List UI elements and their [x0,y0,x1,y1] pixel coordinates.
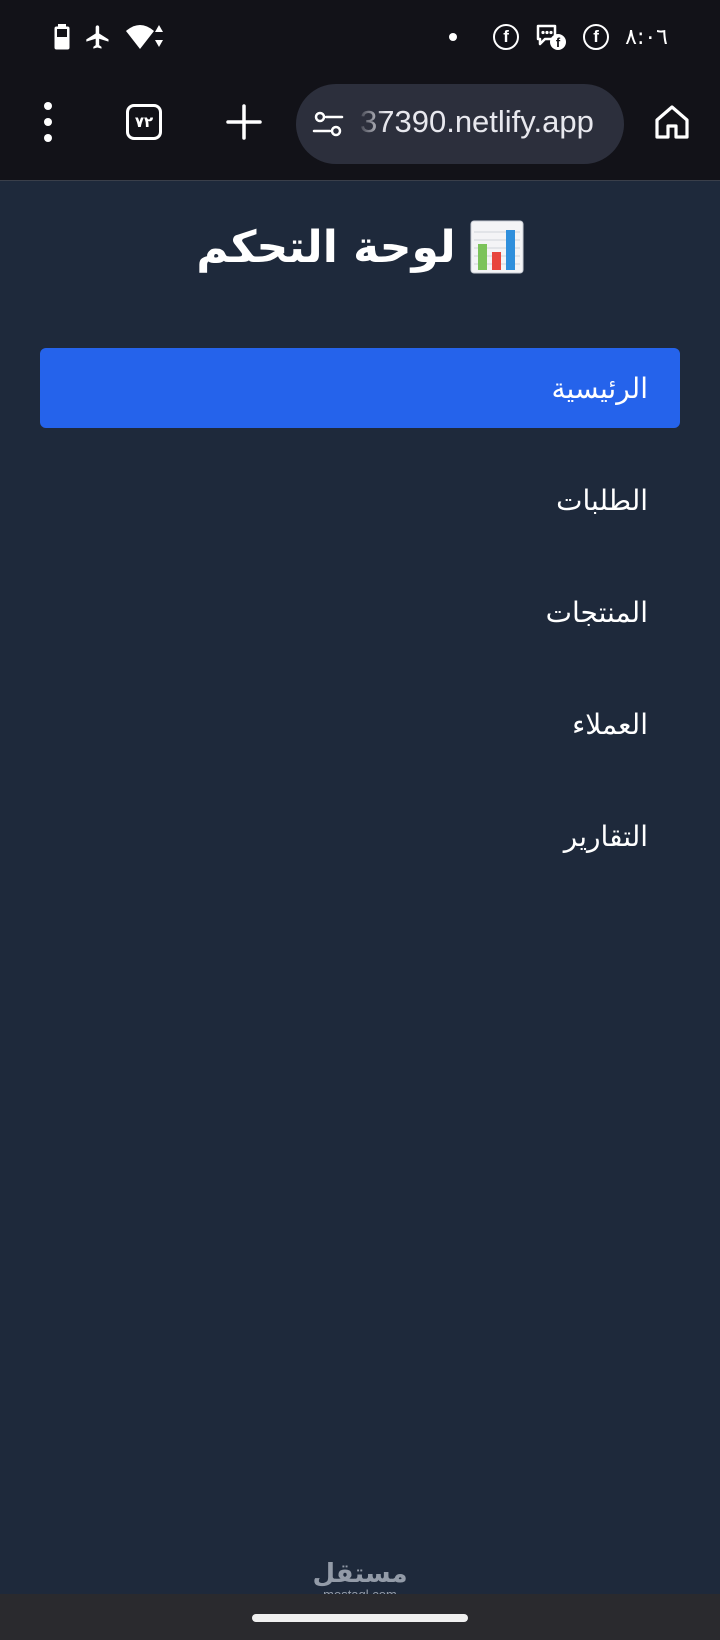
status-bar: f f f ٨:٠٦ [0,0,720,74]
page-title: لوحة التحكم [0,220,720,274]
nav-item-products[interactable]: المنتجات [40,572,680,652]
address-bar[interactable]: 37390.netlify.app [296,84,624,164]
messenger-icon: f [536,24,567,50]
svg-text:f: f [556,35,561,50]
url-text[interactable]: 37390.netlify.app [360,104,594,140]
page-title-text: لوحة التحكم [196,221,456,273]
nav-item-orders[interactable]: الطلبات [40,460,680,540]
nav-item-customers[interactable]: العملاء [40,684,680,764]
home-icon[interactable] [652,102,692,142]
nav-item-label: التقارير [563,819,648,853]
new-tab-icon[interactable] [224,102,264,142]
home-gesture-handle[interactable] [252,1614,468,1622]
watermark-arabic: مستقل [312,1559,408,1589]
more-options-icon[interactable] [36,102,60,142]
site-settings-icon[interactable] [312,108,344,140]
browser-toolbar: ٧٢ 37390.netlify.app [0,74,720,181]
wifi-icon [126,25,163,49]
nav-item-label: المنتجات [545,595,648,629]
status-icons-right: f f f ٨:٠٦ [449,20,668,54]
url-fade [356,84,386,164]
page-content: لوحة التحكم الرئيسية الطلبات المنتجات ال… [0,182,720,1594]
status-icons-left [54,20,166,54]
nav-item-label: العملاء [572,707,648,741]
notification-dot-icon [449,33,458,41]
airplane-mode-icon [86,25,109,49]
nav-item-reports[interactable]: التقارير [40,796,680,876]
nav-item-label: الطلبات [556,483,648,517]
battery-icon [54,24,70,50]
facebook-icon: f [583,24,610,50]
tab-switcher-button[interactable]: ٧٢ [126,104,162,140]
bar-chart-icon [470,220,524,274]
clock: ٨:٠٦ [625,24,668,50]
nav-item-home[interactable]: الرئيسية [40,348,680,428]
facebook-icon: f [493,24,520,50]
gesture-nav-bar [0,1594,720,1640]
nav-item-label: الرئيسية [551,371,648,405]
sidebar-nav: الرئيسية الطلبات المنتجات العملاء التقار… [40,348,680,908]
